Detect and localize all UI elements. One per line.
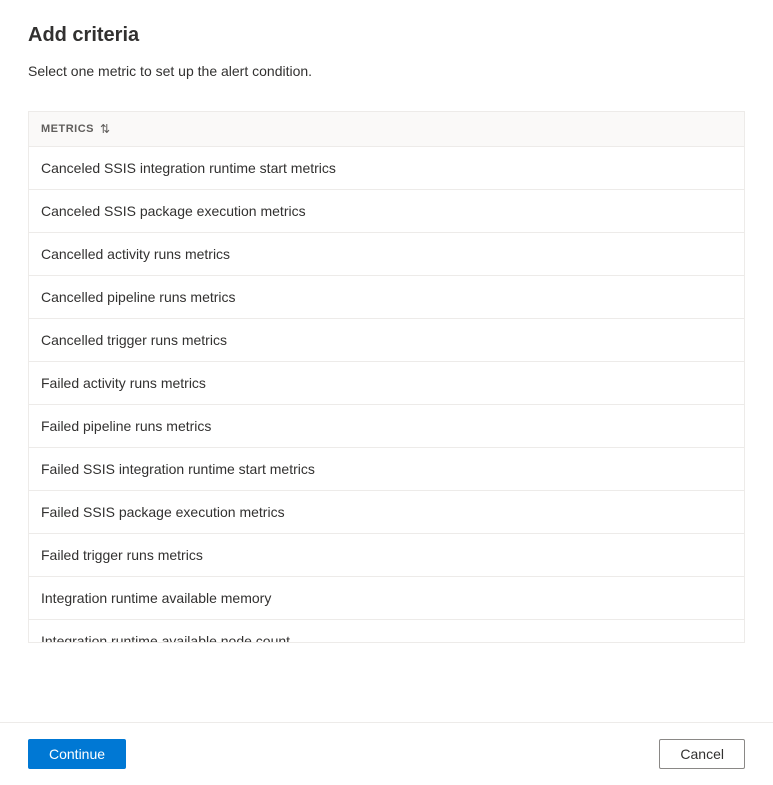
list-item[interactable]: Cancelled trigger runs metrics xyxy=(29,319,744,362)
dialog-footer: Continue Cancel xyxy=(0,722,773,785)
list-item[interactable]: Failed SSIS package execution metrics xyxy=(29,491,744,534)
dialog-title: Add criteria xyxy=(28,24,745,47)
metrics-label: METRICS xyxy=(41,123,94,135)
list-item[interactable]: Failed SSIS integration runtime start me… xyxy=(29,448,744,491)
list-item[interactable]: Cancelled activity runs metrics xyxy=(29,233,744,276)
content-area: METRICS ⇅ Canceled SSIS integration runt… xyxy=(0,111,773,722)
list-item[interactable]: Failed pipeline runs metrics xyxy=(29,405,744,448)
sort-icon[interactable]: ⇅ xyxy=(100,122,110,136)
list-item[interactable]: Canceled SSIS package execution metrics xyxy=(29,190,744,233)
dialog-header: Add criteria Select one metric to set up… xyxy=(0,0,773,111)
metrics-table: METRICS ⇅ Canceled SSIS integration runt… xyxy=(28,111,745,643)
cancel-button[interactable]: Cancel xyxy=(659,739,745,769)
list-item[interactable]: Failed trigger runs metrics xyxy=(29,534,744,577)
add-criteria-dialog: Add criteria Select one metric to set up… xyxy=(0,0,773,785)
metrics-column-header: METRICS ⇅ xyxy=(29,112,744,147)
list-item[interactable]: Failed activity runs metrics xyxy=(29,362,744,405)
metrics-list: Canceled SSIS integration runtime start … xyxy=(29,147,744,642)
list-item[interactable]: Integration runtime available node count xyxy=(29,620,744,642)
list-item[interactable]: Integration runtime available memory xyxy=(29,577,744,620)
list-item[interactable]: Canceled SSIS integration runtime start … xyxy=(29,147,744,190)
list-item[interactable]: Cancelled pipeline runs metrics xyxy=(29,276,744,319)
dialog-subtitle: Select one metric to set up the alert co… xyxy=(28,63,745,79)
continue-button[interactable]: Continue xyxy=(28,739,126,769)
